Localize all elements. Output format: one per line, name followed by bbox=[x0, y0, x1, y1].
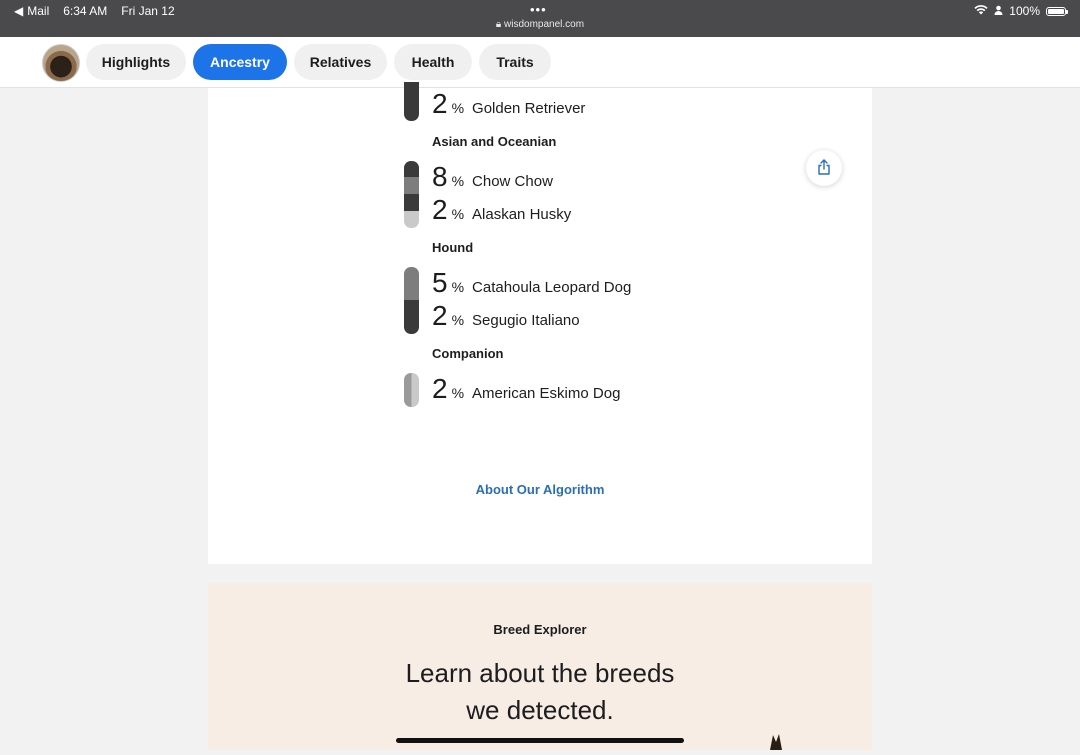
back-app-link[interactable]: Mail bbox=[27, 4, 49, 18]
breed-row-catahoula-leopard-dog: 5 % Catahoula Leopard Dog bbox=[432, 267, 631, 299]
percent-sign: % bbox=[451, 173, 465, 189]
breed-group-heading: Asian and Oceanian bbox=[432, 134, 557, 149]
more-dots-icon[interactable]: ••• bbox=[530, 2, 547, 17]
bar-segment bbox=[404, 211, 419, 228]
percent-sign: % bbox=[451, 206, 465, 222]
status-date: Fri Jan 12 bbox=[121, 4, 175, 18]
breed-name: Golden Retriever bbox=[472, 100, 586, 117]
breed-name: Chow Chow bbox=[472, 173, 553, 190]
bar-segment bbox=[404, 267, 419, 300]
breed-percent-value: 2 bbox=[432, 194, 448, 225]
url-text: wisdompanel.com bbox=[504, 19, 585, 30]
breed-name: Catahoula Leopard Dog bbox=[472, 279, 632, 296]
bar-segment bbox=[404, 161, 419, 177]
breed-explorer-label: Breed Explorer bbox=[493, 622, 587, 637]
breed-row-chow-chow: 8 % Chow Chow bbox=[432, 161, 553, 193]
bar-segment bbox=[404, 373, 419, 407]
tab-health[interactable]: Health bbox=[394, 44, 472, 80]
back-arrow-icon[interactable]: ◀ bbox=[14, 4, 23, 18]
breed-group-bar bbox=[404, 267, 419, 334]
breed-explorer-title-line1: Learn about the breeds bbox=[405, 658, 675, 688]
breed-name: Segugio Italiano bbox=[472, 312, 580, 329]
status-bar: ◀ Mail 6:34 AM Fri Jan 12 ••• 🔒︎ wisdomp… bbox=[0, 0, 1080, 37]
breed-percent-value: 2 bbox=[432, 373, 448, 404]
tab-relatives[interactable]: Relatives bbox=[294, 44, 387, 80]
breed-group-heading: Companion bbox=[432, 346, 504, 361]
tab-ancestry[interactable]: Ancestry bbox=[193, 44, 287, 80]
breed-row-alaskan-husky: 2 % Alaskan Husky bbox=[432, 194, 571, 226]
bar-segment bbox=[404, 177, 419, 194]
battery-icon bbox=[1046, 6, 1068, 16]
breed-row-segugio-italiano: 2 % Segugio Italiano bbox=[432, 300, 580, 332]
bar-segment bbox=[404, 82, 419, 121]
bar-segment bbox=[404, 300, 419, 334]
breed-percent-value: 2 bbox=[432, 88, 448, 119]
breed-name: American Eskimo Dog bbox=[472, 385, 621, 402]
bar-segment bbox=[404, 194, 419, 211]
breed-group-heading: Hound bbox=[432, 240, 474, 255]
person-icon bbox=[994, 4, 1003, 18]
percent-sign: % bbox=[451, 100, 465, 116]
dog-avatar[interactable] bbox=[42, 44, 80, 82]
percent-sign: % bbox=[451, 312, 465, 328]
breed-percent-value: 8 bbox=[432, 161, 448, 192]
lock-icon: 🔒︎ bbox=[495, 19, 502, 30]
status-time: 6:34 AM bbox=[63, 4, 108, 18]
breed-name: Alaskan Husky bbox=[472, 206, 572, 223]
percent-sign: % bbox=[451, 279, 465, 295]
breed-explorer-section: Breed Explorer Learn about the breeds we… bbox=[208, 583, 872, 750]
breed-percent-value: 2 bbox=[432, 300, 448, 331]
dog-silhouette-icon bbox=[768, 733, 786, 750]
ancestry-breakdown-card: 2 % Golden Retriever Asian and Oceanian … bbox=[208, 82, 872, 564]
share-button[interactable] bbox=[806, 150, 842, 186]
share-icon bbox=[817, 158, 831, 178]
breed-row-american-eskimo-dog: 2 % American Eskimo Dog bbox=[432, 373, 620, 405]
breed-group-bar bbox=[404, 373, 419, 407]
wifi-icon bbox=[974, 4, 988, 18]
breed-explorer-title: Learn about the breeds we detected. bbox=[208, 655, 872, 729]
section-tab-bar: Highlights Ancestry Relatives Health Tra… bbox=[0, 37, 1080, 88]
breed-percent-value: 5 bbox=[432, 267, 448, 298]
tab-traits[interactable]: Traits bbox=[479, 44, 551, 80]
tab-highlights[interactable]: Highlights bbox=[86, 44, 186, 80]
breed-explorer-title-line2: we detected. bbox=[466, 695, 614, 725]
home-indicator[interactable] bbox=[396, 738, 684, 743]
about-algorithm-link[interactable]: About Our Algorithm bbox=[208, 482, 872, 497]
battery-percent: 100% bbox=[1009, 4, 1040, 18]
percent-sign: % bbox=[451, 385, 465, 401]
breed-group-bar bbox=[404, 161, 419, 228]
breed-group-bar bbox=[404, 82, 419, 121]
breed-row-golden-retriever: 2 % Golden Retriever bbox=[432, 88, 585, 120]
